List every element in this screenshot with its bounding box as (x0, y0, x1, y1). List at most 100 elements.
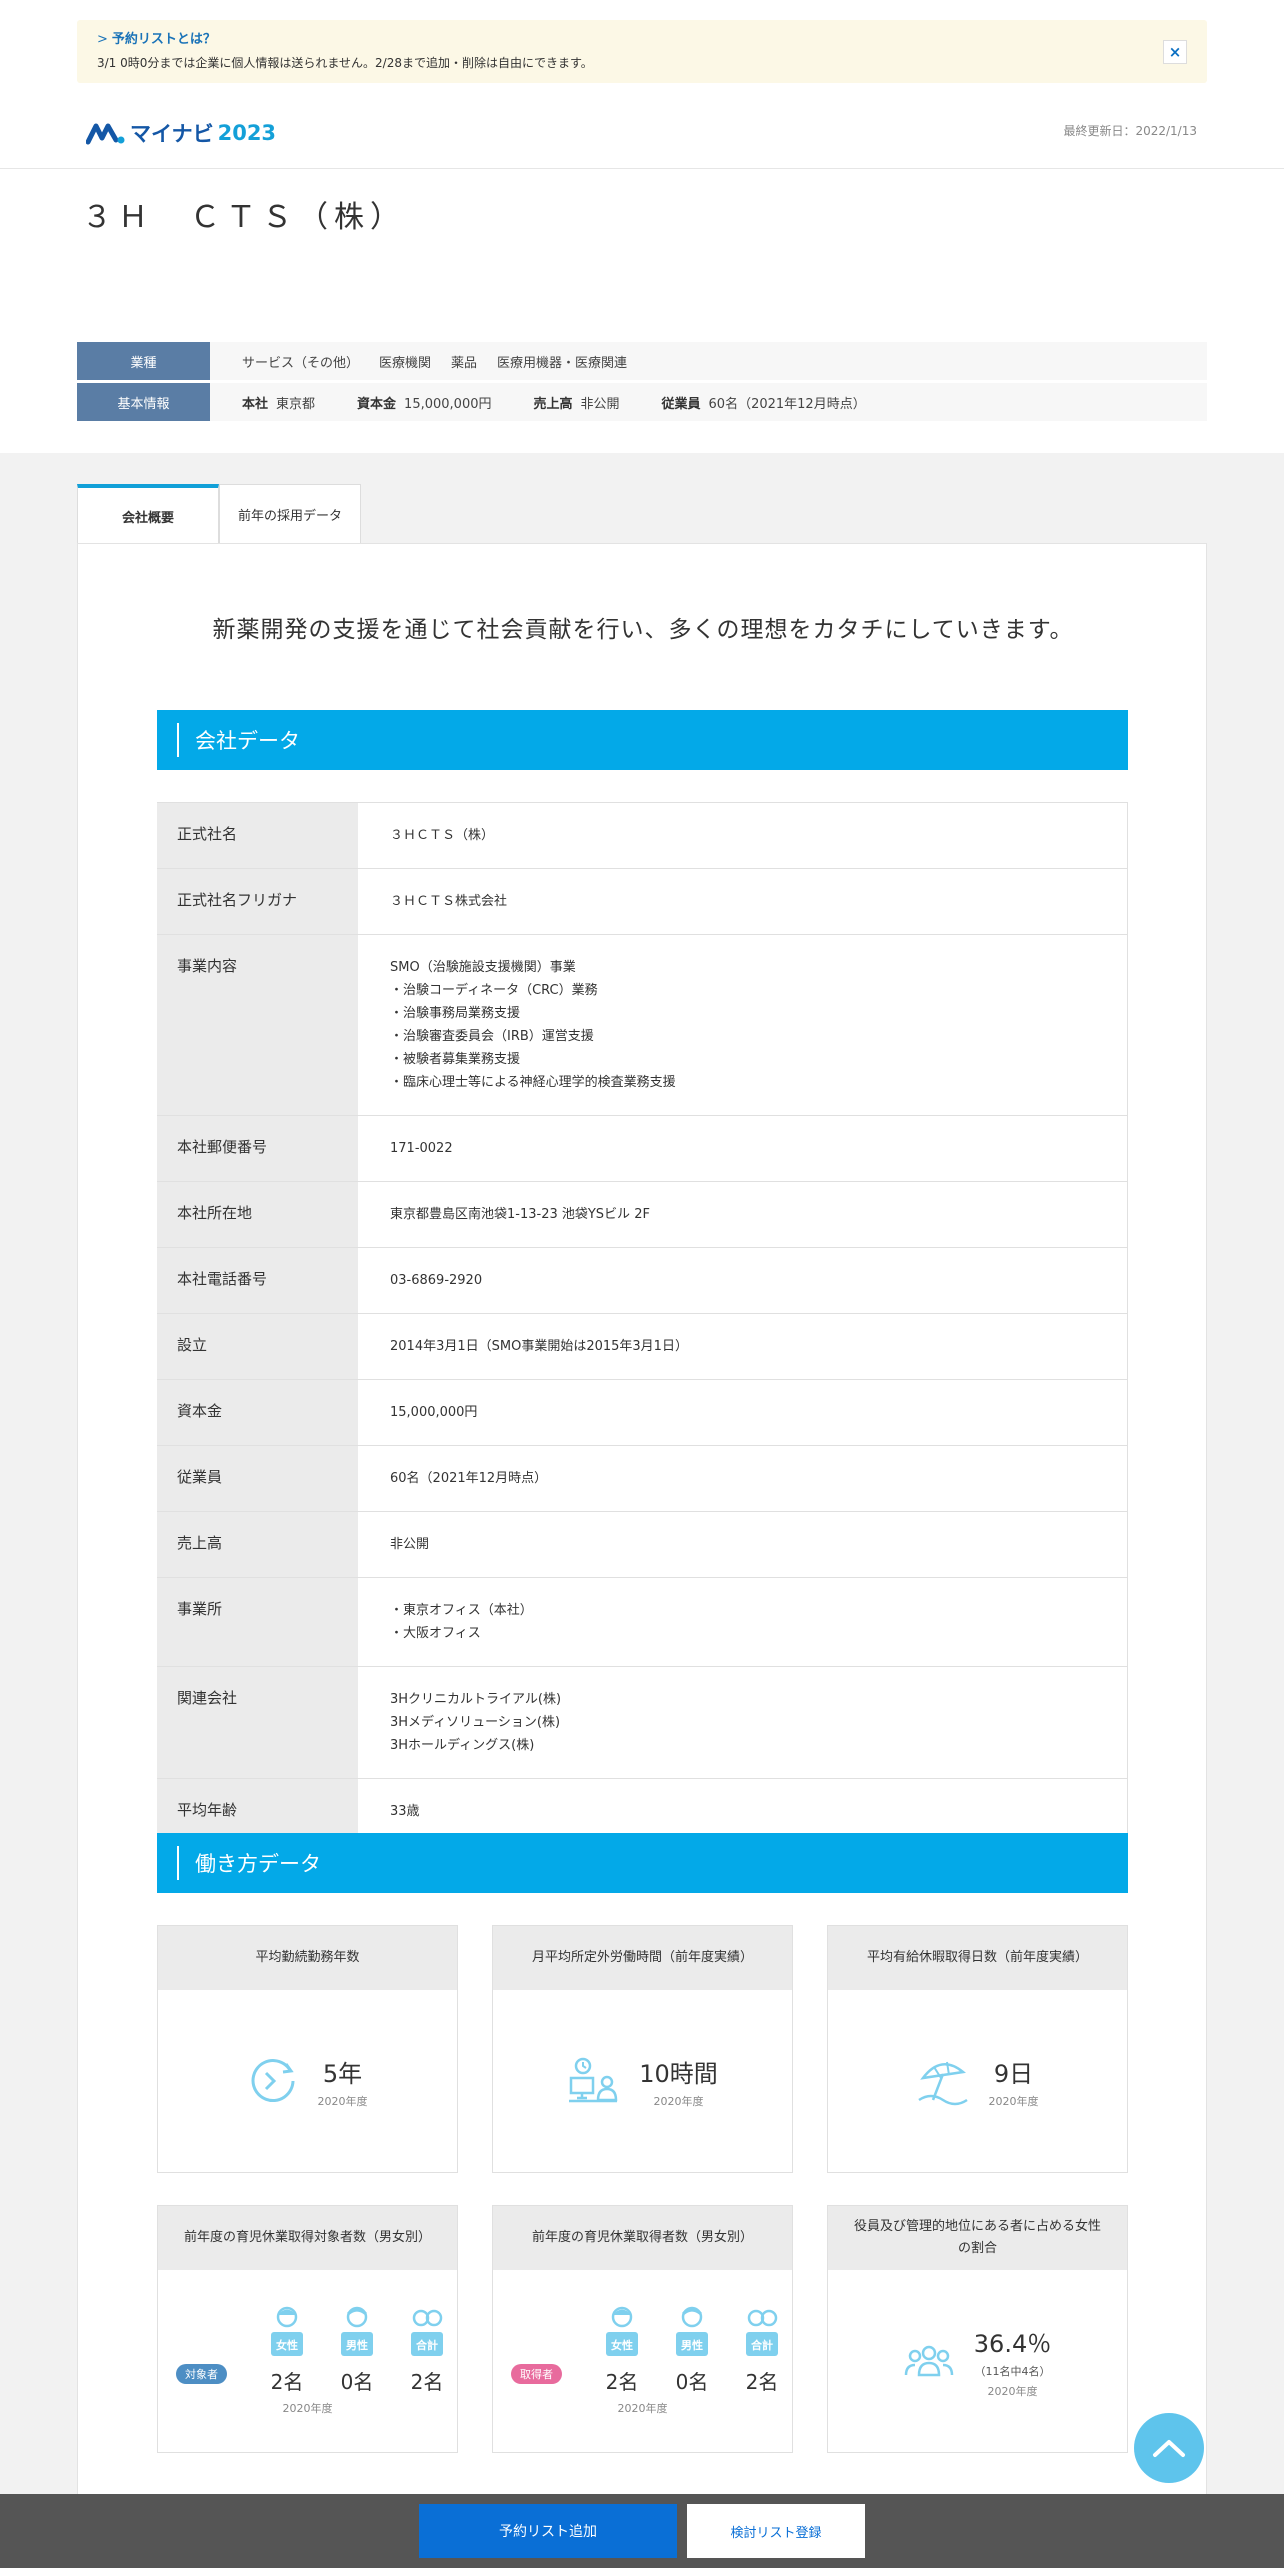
people-group-icon (904, 2345, 954, 2377)
total-count: 合計 2名 (727, 2304, 797, 2395)
card-heading: 平均勤続勤務年数 (158, 1926, 457, 1990)
tenure-value: 5年 (322, 2059, 363, 2088)
table-value-line: 非公開 (390, 1537, 430, 1552)
tab-company-overview[interactable]: 会社概要 (77, 484, 219, 544)
employees-info: 従業員 60名（2021年12月時点） (661, 396, 866, 412)
mynavi-logo[interactable]: マイナビ 2023 (86, 118, 276, 148)
table-row: 正式社名フリガナ ３ＨＣＴＳ株式会社 (157, 869, 1128, 935)
women-managers-year: 2020年度 (987, 2384, 1038, 2398)
table-row-label: 設立 (157, 1314, 358, 1379)
table-row: 本社電話番号 03-6869-2920 (157, 1248, 1128, 1314)
female-count: 女性 2名 (252, 2304, 322, 2395)
beach-umbrella-icon (917, 2061, 968, 2106)
table-row: 事業所 ・東京オフィス（本社） ・大阪オフィス (157, 1578, 1128, 1667)
table-value-line: ・治験審査委員会（IRB）運営支援 (390, 1029, 594, 1044)
add-to-consider-list-button[interactable]: 検討リスト登録 (687, 2504, 865, 2558)
table-row: 資本金 15,000,000円 (157, 1380, 1128, 1446)
company-overview-panel: 新薬開発の支援を通じて社会貢献を行い、多くの理想をカタチにしていきます。 会社デ… (77, 543, 1207, 2568)
table-value-line: 15,000,000円 (390, 1405, 478, 1420)
table-row-value: ・東京オフィス（本社） ・大阪オフィス (358, 1578, 1128, 1666)
male-person-icon: 男性 (341, 2306, 373, 2356)
overtime-year: 2020年度 (653, 2094, 704, 2108)
tab-previous-hiring-data[interactable]: 前年の採用データ (219, 484, 361, 544)
company-data-table: 正式社名 ３ＨＣＴＳ（株） 正式社名フリガナ ３ＨＣＴＳ株式会社 事業内容 SMO（治験施… (157, 802, 1128, 1845)
svg-text:男性: 男性 (681, 2338, 703, 2352)
table-value-line: ・東京オフィス（本社） (390, 1603, 533, 1618)
table-row: 本社所在地 東京都豊島区南池袋1-13-23 池袋YSビル 2F (157, 1182, 1128, 1248)
table-row: 事業内容 SMO（治験施設支援機関）事業・治験コーディネータ（CRC）業務 ・治験事… (157, 935, 1128, 1116)
total-count: 合計 2名 (392, 2304, 462, 2395)
table-row-label: 従業員 (157, 1446, 358, 1511)
svg-text:女性: 女性 (276, 2338, 298, 2352)
chevron-up-icon (1153, 2440, 1185, 2457)
table-row-value: 非公開 (358, 1512, 1128, 1577)
desk-worker-icon (569, 2057, 618, 2103)
table-value-line: 60名（2021年12月時点） (390, 1471, 548, 1486)
table-row-value: ３ＨＣＴＳ株式会社 (358, 869, 1128, 934)
industry-label: 業種 (77, 342, 210, 380)
industry-values: サービス（その他） 医療機関 薬品 医療用機器・医療関連 (210, 342, 1207, 380)
male-person-icon: 男性 (676, 2306, 708, 2356)
chevron-right-icon: > (97, 32, 108, 47)
table-value-line: 3Hメディソリューション(株) (390, 1715, 561, 1730)
female-count: 女性 2名 (587, 2304, 657, 2395)
card-heading: 前年度の育児休業取得対象者数（男女別） (158, 2206, 457, 2270)
mynavi-logo-mark-icon (86, 123, 125, 145)
table-row-label: 売上高 (157, 1512, 358, 1577)
card-heading: 平均有給休暇取得日数（前年度実績） (828, 1926, 1127, 1990)
back-to-top-button[interactable] (1134, 2413, 1204, 2483)
overtime-card: 月平均所定外労働時間（前年度実績） 10時間 2020年度 (492, 1925, 793, 2173)
card-heading: 前年度の育児休業取得者数（男女別） (493, 2206, 792, 2270)
table-row-label: 正式社名 (157, 803, 358, 868)
table-value-line: 171-0022 (390, 1141, 453, 1156)
table-value-line: ・治験事務局業務支援 (390, 1006, 521, 1021)
table-row: 設立 2014年3月1日（SMO事業開始は2015年3月1日） (157, 1314, 1128, 1380)
basic-info-values: 本社 東京都 資本金 15,000,000円 売上高 非公開 従業員 60名（2021年… (210, 383, 1207, 421)
table-value-line: 3Hクリニカルトライアル(株) (390, 1692, 562, 1707)
notice-title-link[interactable]: > 予約リストとは？ (97, 31, 1187, 49)
male-count: 男性 0名 (657, 2304, 727, 2395)
tenure-card: 平均勤続勤務年数 5年 2020年度 (157, 1925, 458, 2173)
table-value-line: 東京都豊島区南池袋1-13-23 池袋YSビル 2F (390, 1207, 650, 1222)
svg-text:合計: 合計 (416, 2338, 438, 2352)
table-value-line: ・治験コーディネータ（CRC）業務 (390, 983, 598, 998)
industry-item: 薬品 (451, 355, 478, 371)
paid-leave-value: 9日 (993, 2059, 1034, 2088)
table-value-line: ・被験者募集業務支援 (390, 1052, 521, 1067)
table-row: 関連会社 3Hクリニカルトライアル(株) 3Hメディソリューション(株) 3Hホールデ… (157, 1667, 1128, 1779)
company-data-heading: 会社データ (157, 710, 1128, 770)
logo-text: マイナビ (130, 122, 214, 146)
table-value-line: ３ＨＣＴＳ（株） (390, 828, 495, 843)
table-row-value: 3Hクリニカルトライアル(株) 3Hメディソリューション(株) 3Hホールディングス… (358, 1667, 1128, 1778)
clock-arrow-icon (251, 2059, 294, 2102)
table-value-line: 03-6869-2920 (390, 1273, 483, 1288)
childcare-leave-taken-card: 前年度の育児休業取得者数（男女別） 取得者 女性 2名 男性 0名 合計 2名 (492, 2205, 793, 2453)
table-row-label: 事業内容 (157, 935, 358, 1115)
table-value-line: ３ＨＣＴＳ株式会社 (390, 894, 508, 909)
table-row-value: ３ＨＣＴＳ（株） (358, 803, 1128, 868)
table-row-value: 2014年3月1日（SMO事業開始は2015年3月1日） (358, 1314, 1128, 1379)
leave-taken-year: 2020年度 (617, 2402, 668, 2415)
tenure-year: 2020年度 (317, 2094, 368, 2108)
group-people-icon: 合計 (411, 2309, 443, 2356)
childcare-leave-target-card: 前年度の育児休業取得対象者数（男女別） 対象者 女性 2名 男性 0名 合計 2… (157, 2205, 458, 2453)
table-value-line: SMO（治験施設支援機関）事業 (390, 960, 576, 975)
sales-info: 売上高 非公開 (533, 396, 620, 412)
hq-info: 本社 東京都 (242, 396, 316, 412)
table-row-value: 東京都豊島区南池袋1-13-23 池袋YSビル 2F (358, 1182, 1128, 1247)
table-row-label: 本社電話番号 (157, 1248, 358, 1313)
female-person-icon: 女性 (606, 2306, 638, 2356)
card-heading: 役員及び管理的地位にある者に占める女性の割合 (828, 2206, 1127, 2270)
close-notice-button[interactable]: × (1163, 40, 1187, 64)
table-row: 売上高 非公開 (157, 1512, 1128, 1578)
industry-item: サービス（その他） (242, 355, 360, 371)
women-managers-detail: （11名中4名） (974, 2364, 1051, 2378)
women-managers-value: 36.4％ (973, 2329, 1052, 2358)
table-row-label: 事業所 (157, 1578, 358, 1666)
industry-item: 医療用機器・医療関連 (497, 355, 628, 371)
industry-item: 医療機関 (379, 355, 432, 371)
add-to-reservation-list-button[interactable]: 予約リスト追加 (419, 2504, 677, 2558)
group-people-icon: 合計 (746, 2309, 778, 2356)
work-cards-row-1: 平均勤続勤務年数 5年 2020年度 月平均所定外労働時間（前年度実績） 10時… (157, 1925, 1128, 2173)
table-row-label: 本社郵便番号 (157, 1116, 358, 1181)
